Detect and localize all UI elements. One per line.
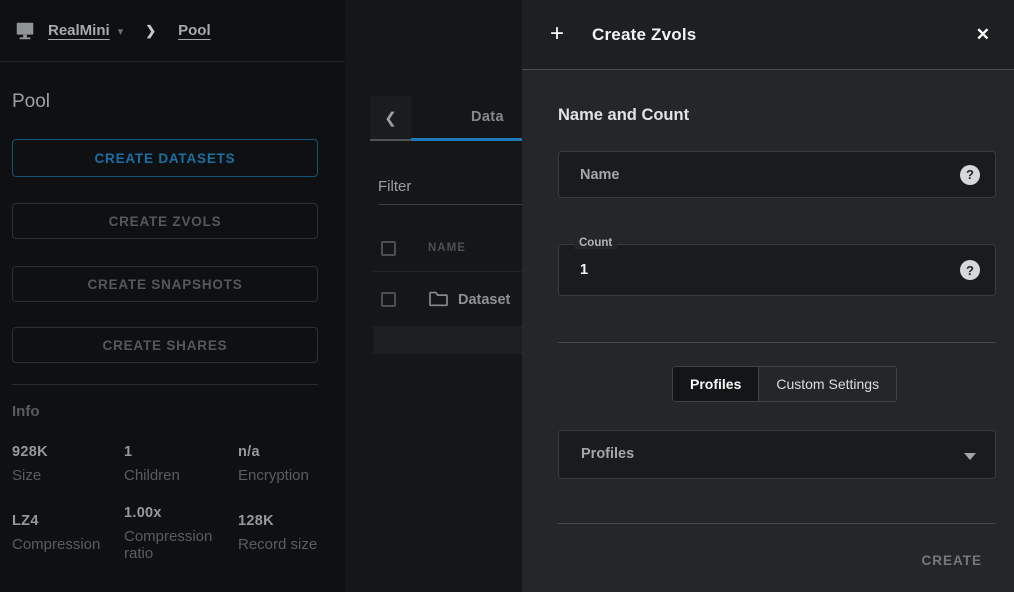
tab-data[interactable]: Data bbox=[411, 96, 522, 141]
stat-compression-ratio: 1.00x Compression ratio bbox=[124, 505, 238, 562]
count-input[interactable] bbox=[559, 245, 995, 295]
count-field: Count ? bbox=[558, 244, 996, 296]
caret-down-icon[interactable]: ▾ bbox=[118, 25, 124, 38]
table-row[interactable] bbox=[373, 326, 522, 354]
drawer-title: Create Zvols bbox=[592, 25, 696, 45]
filter-input[interactable] bbox=[378, 178, 522, 205]
info-stats-row-2: LZ4 Compression 1.00x Compression ratio … bbox=[12, 505, 335, 562]
dataset-row-label[interactable]: Dataset bbox=[458, 292, 510, 308]
page-title: Pool bbox=[12, 91, 50, 113]
create-snapshots-button[interactable]: CREATE SNAPSHOTS bbox=[12, 266, 318, 302]
stat-size: 928K Size bbox=[12, 444, 124, 484]
create-zvols-button[interactable]: CREATE ZVOLS bbox=[12, 203, 318, 239]
pool-side-panel: Pool CREATE DATASETS CREATE ZVOLS CREATE… bbox=[0, 63, 345, 592]
count-field-label: Count bbox=[574, 237, 617, 249]
datasets-panel: ❮ Data NAME Dataset bbox=[345, 0, 522, 592]
drawer-header: + Create Zvols ✕ bbox=[522, 0, 1014, 70]
tab-custom-settings[interactable]: Custom Settings bbox=[759, 367, 896, 401]
select-all-checkbox[interactable] bbox=[381, 241, 396, 256]
create-datasets-button[interactable]: CREATE DATASETS bbox=[12, 139, 318, 177]
computer-icon bbox=[14, 19, 38, 43]
create-submit-button[interactable]: CREATE bbox=[919, 549, 984, 572]
count-help-icon[interactable]: ? bbox=[960, 260, 980, 280]
breadcrumb-page-link[interactable]: Pool bbox=[178, 22, 211, 39]
footer-divider bbox=[558, 523, 996, 524]
breadcrumb-system-link[interactable]: RealMini bbox=[48, 22, 110, 39]
stat-children: 1 Children bbox=[124, 444, 238, 484]
mode-tabs: Profiles Custom Settings bbox=[672, 366, 897, 402]
info-stats-row-1: 928K Size 1 Children n/a Encryption bbox=[12, 444, 335, 484]
chevron-left-icon: ❮ bbox=[384, 109, 397, 127]
folder-icon bbox=[428, 290, 449, 312]
plus-icon: + bbox=[550, 23, 564, 45]
table-header-divider bbox=[373, 271, 522, 272]
stat-record-size: 128K Record size bbox=[238, 505, 335, 562]
tabs-divider bbox=[558, 342, 996, 343]
info-divider bbox=[12, 384, 318, 385]
name-help-icon[interactable]: ? bbox=[960, 165, 980, 185]
name-input[interactable] bbox=[559, 152, 995, 197]
stat-encryption: n/a Encryption bbox=[238, 444, 335, 484]
create-shares-button[interactable]: CREATE SHARES bbox=[12, 327, 318, 363]
row-checkbox[interactable] bbox=[381, 292, 396, 307]
stat-compression: LZ4 Compression bbox=[12, 505, 124, 562]
name-field: ? bbox=[558, 151, 996, 198]
tab-profiles[interactable]: Profiles bbox=[673, 367, 759, 401]
chevron-right-icon: ❯ bbox=[145, 23, 156, 39]
info-heading: Info bbox=[12, 403, 40, 420]
chevron-down-icon bbox=[964, 453, 976, 460]
create-zvols-drawer: + Create Zvols ✕ Name and Count ? Count … bbox=[522, 0, 1014, 592]
profiles-select[interactable]: Profiles bbox=[558, 430, 996, 479]
name-column-header: NAME bbox=[428, 242, 466, 254]
close-icon[interactable]: ✕ bbox=[972, 23, 994, 47]
section-heading: Name and Count bbox=[558, 106, 689, 125]
back-button[interactable]: ❮ bbox=[370, 96, 411, 141]
